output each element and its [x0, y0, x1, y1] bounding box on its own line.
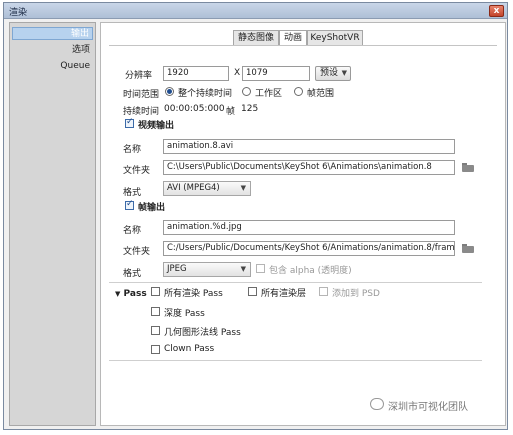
radio-work-area[interactable] — [242, 87, 251, 96]
time-range-label: 时间范围 — [123, 90, 160, 100]
frame-name-label: 名称 — [123, 226, 142, 236]
sidebar-item-queue[interactable]: Queue — [10, 60, 90, 73]
watermark: 深圳市可视化团队 — [370, 396, 494, 414]
add-to-psd-checkbox[interactable] — [319, 287, 328, 296]
folder-icon[interactable] — [462, 163, 474, 172]
sidebar: 输出 选项 Queue — [9, 22, 96, 426]
pass-section-label[interactable]: ▼ Pass — [115, 289, 147, 299]
normals-pass-checkbox[interactable] — [151, 326, 160, 335]
duration-value: 00:00:05:000 — [164, 104, 225, 114]
resolution-height-input[interactable]: 1079 — [242, 66, 310, 81]
depth-pass-checkbox[interactable] — [151, 307, 160, 316]
tab-animation[interactable]: 动画 — [279, 30, 307, 46]
video-format-select[interactable]: AVI (MPEG4) ▼ — [163, 181, 251, 196]
radio-frame-range-label: 帧范围 — [307, 89, 335, 99]
normals-pass-label: 几何图形法线 Pass — [164, 328, 241, 338]
frames-label: 帧 — [226, 107, 236, 117]
frame-folder-input[interactable]: C:/Users/Public/Documents/KeyShot 6/Anim… — [163, 241, 455, 256]
resolution-label: 分辨率 — [125, 71, 153, 81]
preset-label: 预设 — [320, 68, 339, 78]
close-button[interactable]: x — [489, 5, 504, 17]
frame-output-label: 帧输出 — [138, 203, 166, 213]
chevron-down-icon: ▼ — [240, 265, 246, 273]
include-alpha-label: 包含 alpha (透明度) — [269, 266, 352, 276]
radio-entire-duration[interactable] — [165, 87, 174, 96]
video-output-checkbox[interactable] — [125, 117, 134, 128]
depth-pass-label: 深度 Pass — [164, 309, 205, 319]
triangle-down-icon: ▼ — [115, 290, 121, 298]
video-name-label: 名称 — [123, 145, 142, 155]
radio-frame-range[interactable] — [294, 87, 303, 96]
video-folder-input[interactable]: C:\Users\Public\Documents\KeyShot 6\Anim… — [163, 160, 455, 175]
all-render-passes-checkbox[interactable] — [151, 287, 160, 296]
include-alpha-checkbox[interactable] — [256, 264, 265, 273]
frame-format-value: JPEG — [167, 264, 187, 274]
title-bar: 渲染 x — [4, 3, 507, 19]
chevron-down-icon: ▼ — [240, 184, 246, 192]
all-render-passes-label: 所有渲染 Pass — [164, 289, 223, 299]
clown-pass-label: Clown Pass — [164, 344, 215, 354]
add-to-psd-label: 添加到 PSD — [332, 289, 380, 299]
clown-pass-checkbox[interactable] — [151, 345, 160, 354]
video-format-value: AVI (MPEG4) — [167, 183, 220, 193]
window-title: 渲染 — [9, 8, 28, 18]
watermark-text: 深圳市可视化团队 — [388, 402, 468, 413]
wechat-icon — [370, 398, 384, 410]
radio-work-area-label: 工作区 — [255, 89, 283, 99]
frame-format-label: 格式 — [123, 269, 142, 279]
sidebar-item-options[interactable]: 选项 — [10, 44, 90, 57]
video-name-input[interactable]: animation.8.avi — [163, 139, 455, 154]
sidebar-item-output[interactable]: 输出 — [12, 27, 93, 40]
resolution-separator: X — [234, 68, 241, 78]
tab-still-image[interactable]: 静态图像 — [233, 30, 279, 46]
tab-keyshotvr[interactable]: KeyShotVR — [307, 30, 363, 46]
preset-button[interactable]: 预设 ▼ — [315, 66, 351, 81]
main-panel: 静态图像 动画 KeyShotVR 分辨率 1920 X 1079 预设 ▼ 时… — [100, 22, 506, 426]
radio-entire-duration-label: 整个持续时间 — [178, 89, 233, 99]
frame-name-input[interactable]: animation.%d.jpg — [163, 220, 455, 235]
chevron-down-icon: ▼ — [341, 69, 347, 77]
pass-label: Pass — [123, 289, 147, 299]
folder-icon[interactable] — [462, 244, 474, 253]
all-render-layers-checkbox[interactable] — [248, 287, 257, 296]
video-format-label: 格式 — [123, 188, 142, 198]
video-output-label: 视频输出 — [138, 121, 175, 131]
frame-format-select[interactable]: JPEG ▼ — [163, 262, 251, 277]
all-render-layers-label: 所有渲染层 — [261, 289, 307, 299]
section-divider — [109, 282, 482, 283]
video-folder-label: 文件夹 — [123, 166, 151, 176]
duration-label: 持续时间 — [123, 107, 160, 117]
frame-output-checkbox[interactable] — [125, 199, 134, 210]
render-window: 渲染 x 输出 选项 Queue 静态图像 动画 KeyShotVR 分辨率 1… — [3, 2, 508, 430]
frame-folder-label: 文件夹 — [123, 247, 151, 257]
resolution-width-input[interactable]: 1920 — [163, 66, 229, 81]
tab-divider — [109, 45, 497, 46]
section-divider — [109, 360, 482, 361]
frames-value: 125 — [241, 104, 259, 114]
